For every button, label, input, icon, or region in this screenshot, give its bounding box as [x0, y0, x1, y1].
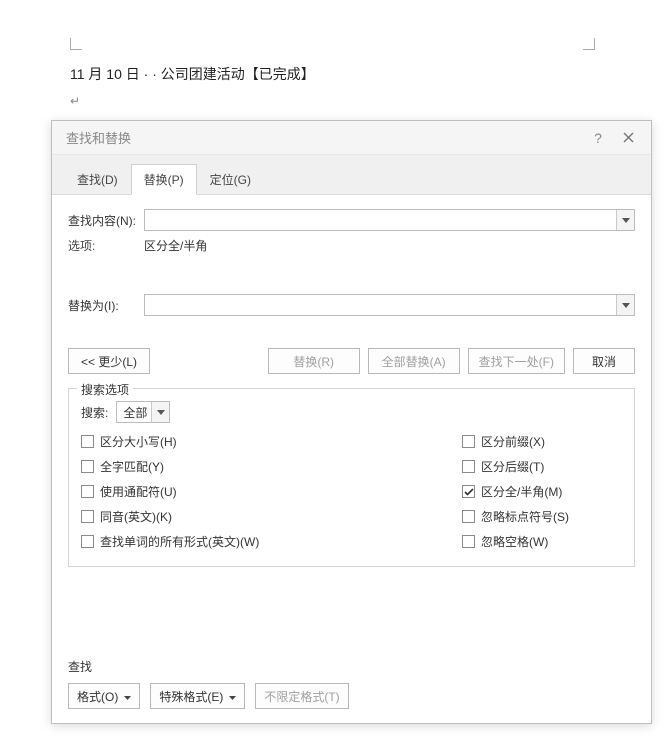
- checkbox-right-3[interactable]: 忽略标点符号(S): [462, 508, 622, 525]
- action-button-row: << 更少(L) 替换(R) 全部替换(A) 查找下一处(F) 取消: [68, 348, 635, 374]
- crop-mark-left: [70, 38, 82, 50]
- replace-with-input[interactable]: [145, 295, 616, 315]
- checkbox-icon: [462, 485, 475, 498]
- find-format-section: 查找 格式(O) 特殊格式(E) 不限定格式(T): [68, 642, 635, 709]
- find-format-label: 查找: [68, 658, 635, 675]
- checkbox-icon: [462, 535, 475, 548]
- options-label: 选项:: [68, 237, 144, 254]
- search-direction-row: 搜索: 全部: [81, 401, 622, 423]
- checkbox-left-4[interactable]: 查找单词的所有形式(英文)(W): [81, 533, 462, 550]
- find-what-combo[interactable]: [144, 209, 635, 231]
- special-format-button[interactable]: 特殊格式(E): [150, 683, 245, 709]
- dialog-title: 查找和替换: [66, 128, 131, 147]
- checkbox-right-4[interactable]: 忽略空格(W): [462, 533, 622, 550]
- tab-goto[interactable]: 定位(G): [197, 164, 264, 195]
- no-format-button[interactable]: 不限定格式(T): [255, 683, 348, 709]
- checkbox-label: 全字匹配(Y): [100, 458, 164, 475]
- checkbox-right-1[interactable]: 区分后缀(T): [462, 458, 622, 475]
- replace-with-label: 替换为(I):: [68, 297, 144, 314]
- search-options-legend: 搜索选项: [77, 381, 133, 398]
- replace-button[interactable]: 替换(R): [268, 348, 360, 374]
- search-direction-value: 全部: [123, 404, 147, 421]
- checkbox-label: 区分前缀(X): [481, 433, 545, 450]
- checkbox-column-right: 区分前缀(X) 区分后缀(T) 区分全/半角(M) 忽略标点符号(S) 忽略空格(W): [462, 433, 622, 550]
- tab-replace[interactable]: 替换(P): [131, 164, 197, 195]
- checkbox-column-left: 区分大小写(H) 全字匹配(Y) 使用通配符(U) 同音(英文)(K) 查找单词的所有形…: [81, 433, 462, 550]
- chevron-down-icon: [229, 689, 236, 703]
- checkbox-icon: [81, 485, 94, 498]
- find-what-row: 查找内容(N):: [68, 209, 635, 231]
- checkbox-icon: [81, 510, 94, 523]
- checkbox-icon: [462, 460, 475, 473]
- dialog-body: 查找内容(N): 选项: 区分全/半角 替换为(I): << 更少(L): [52, 195, 651, 723]
- checkbox-label: 区分后缀(T): [481, 458, 544, 475]
- find-what-label: 查找内容(N):: [68, 212, 144, 229]
- checkbox-left-2[interactable]: 使用通配符(U): [81, 483, 462, 500]
- checkbox-label: 区分全/半角(M): [481, 483, 562, 500]
- checkbox-label: 忽略标点符号(S): [481, 508, 569, 525]
- checkbox-label: 查找单词的所有形式(英文)(W): [100, 533, 259, 550]
- close-button[interactable]: [613, 126, 643, 150]
- document-text-line: 11 月 10 日 · · 公司团建活动【已完成】: [70, 64, 599, 84]
- checkbox-label: 区分大小写(H): [100, 433, 177, 450]
- checkbox-icon: [462, 510, 475, 523]
- checkbox-label: 忽略空格(W): [481, 533, 548, 550]
- dialog-titlebar: 查找和替换 ?: [52, 121, 651, 155]
- tab-find[interactable]: 查找(D): [64, 164, 131, 195]
- help-button[interactable]: ?: [583, 126, 613, 150]
- less-button[interactable]: << 更少(L): [68, 348, 150, 374]
- checkbox-icon: [81, 535, 94, 548]
- find-what-input[interactable]: [145, 210, 616, 230]
- checkbox-label: 同音(英文)(K): [100, 508, 172, 525]
- options-value: 区分全/半角: [144, 237, 207, 254]
- checkbox-icon: [462, 435, 475, 448]
- checkbox-columns: 区分大小写(H) 全字匹配(Y) 使用通配符(U) 同音(英文)(K) 查找单词的所有形…: [81, 433, 622, 550]
- find-replace-dialog: 查找和替换 ? 查找(D) 替换(P) 定位(G) 查找内容(N): 选项: 区…: [51, 120, 652, 724]
- checkbox-right-0[interactable]: 区分前缀(X): [462, 433, 622, 450]
- checkbox-right-2[interactable]: 区分全/半角(M): [462, 483, 622, 500]
- chevron-down-icon: [124, 689, 131, 703]
- search-direction-dropdown-icon[interactable]: [151, 402, 169, 422]
- replace-with-combo[interactable]: [144, 294, 635, 316]
- options-row: 选项: 区分全/半角: [68, 237, 635, 254]
- cancel-button[interactable]: 取消: [573, 348, 635, 374]
- crop-mark-right: [583, 38, 595, 50]
- paragraph-mark: ↵: [70, 94, 599, 108]
- replace-all-button[interactable]: 全部替换(A): [368, 348, 460, 374]
- search-direction-label: 搜索:: [81, 404, 108, 421]
- dialog-tabs: 查找(D) 替换(P) 定位(G): [52, 155, 651, 195]
- checkbox-left-1[interactable]: 全字匹配(Y): [81, 458, 462, 475]
- find-what-dropdown-icon[interactable]: [616, 210, 634, 230]
- checkbox-label: 使用通配符(U): [100, 483, 177, 500]
- checkbox-left-0[interactable]: 区分大小写(H): [81, 433, 462, 450]
- format-button[interactable]: 格式(O): [68, 683, 140, 709]
- search-options-fieldset: 搜索选项 搜索: 全部 区分大小写(H)全字匹配(Y)使用通配符(U)同音(英文…: [68, 388, 635, 567]
- replace-with-row: 替换为(I):: [68, 294, 635, 316]
- checkbox-icon: [81, 435, 94, 448]
- document-background: 11 月 10 日 · · 公司团建活动【已完成】 ↵: [0, 0, 669, 120]
- checkbox-icon: [81, 460, 94, 473]
- search-direction-select[interactable]: 全部: [116, 401, 170, 423]
- replace-with-dropdown-icon[interactable]: [616, 295, 634, 315]
- find-next-button[interactable]: 查找下一处(F): [468, 348, 565, 374]
- checkbox-left-3[interactable]: 同音(英文)(K): [81, 508, 462, 525]
